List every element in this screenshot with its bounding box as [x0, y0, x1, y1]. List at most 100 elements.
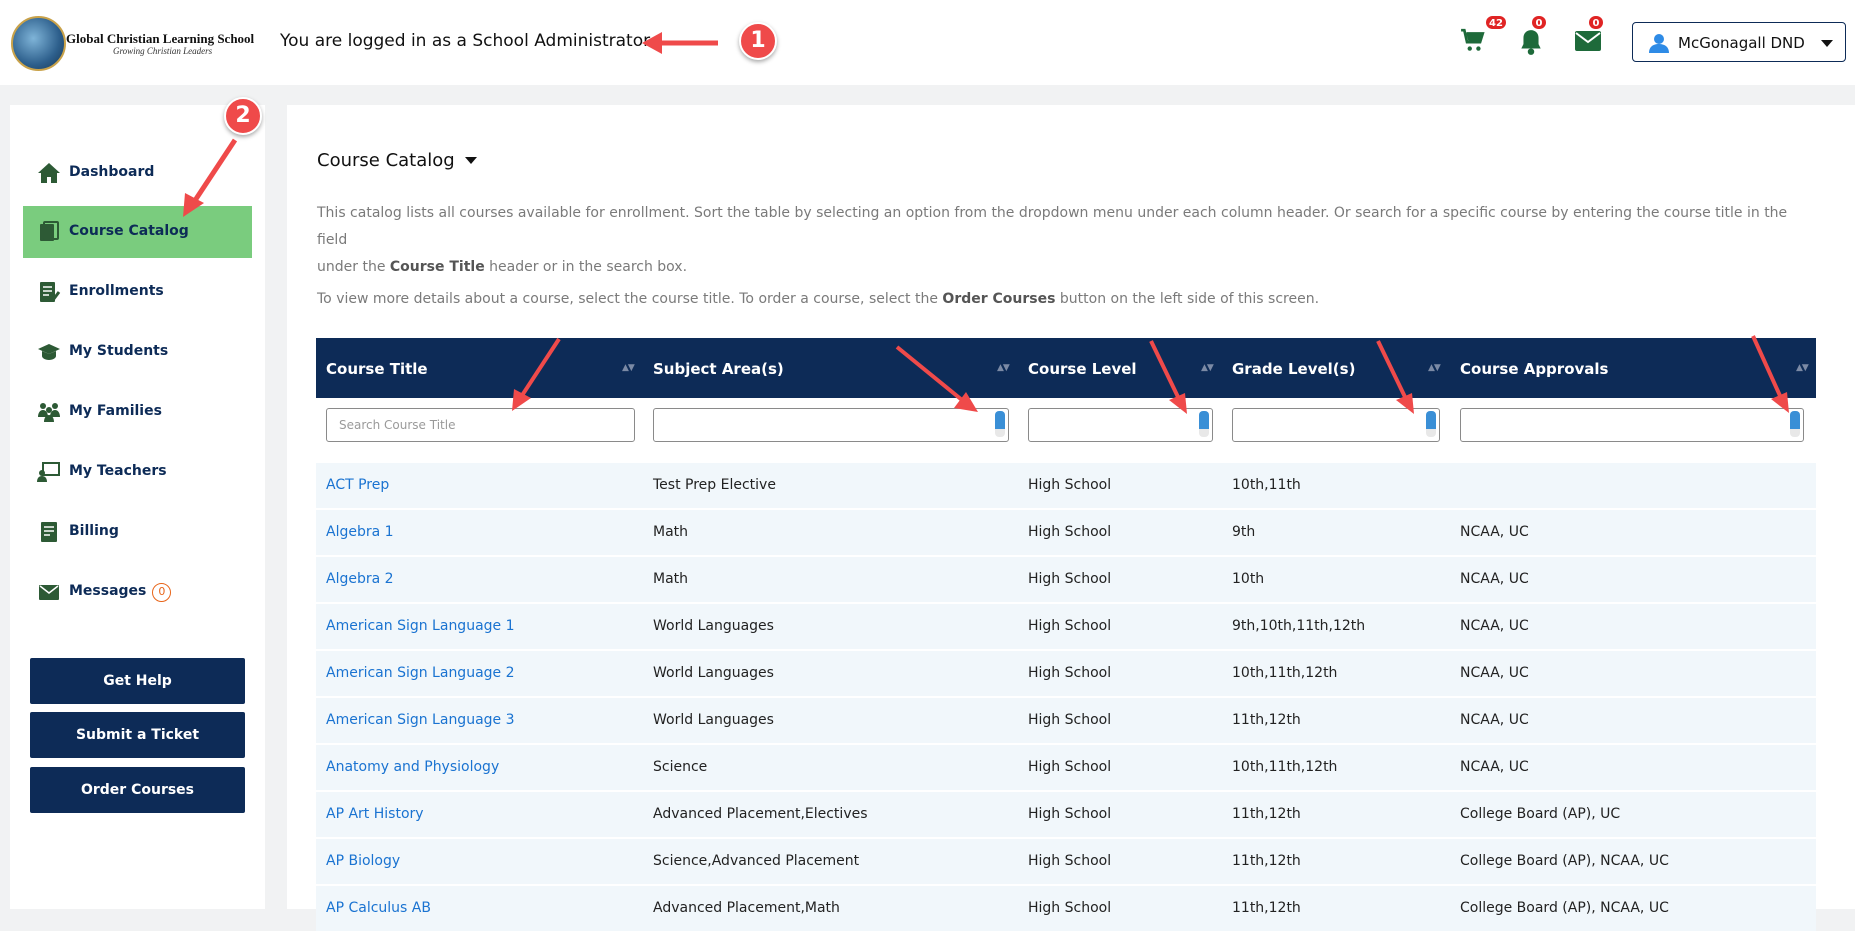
table-row: Algebra 2 Math High School 10th NCAA, UC [316, 557, 1816, 602]
messages-count: 0 [152, 583, 172, 602]
subject-cell: Math [653, 571, 689, 587]
approvals-cell: College Board (AP), NCAA, UC [1460, 853, 1669, 869]
table-row: ACT Prep Test Prep Elective High School … [316, 463, 1816, 508]
sidebar-item-messages[interactable]: Messages 0 [23, 566, 252, 618]
sort-icon[interactable]: ▲▼ [1428, 363, 1441, 373]
approvals-cell: NCAA, UC [1460, 618, 1529, 634]
subject-cell: Science [653, 759, 708, 775]
sort-icon[interactable]: ▲▼ [622, 363, 635, 373]
chevron-down-icon [1821, 40, 1833, 47]
page-title[interactable]: Course Catalog [317, 150, 455, 171]
search-course-title-input[interactable]: Search Course Title [326, 408, 635, 442]
course-title-link[interactable]: AP Calculus AB [326, 900, 431, 916]
grades-cell: 11th,12th [1232, 806, 1301, 822]
bell-icon[interactable] [1518, 28, 1544, 56]
level-cell: High School [1028, 853, 1112, 869]
order-courses-button[interactable]: Order Courses [30, 767, 245, 813]
course-title-link[interactable]: AP Biology [326, 853, 400, 869]
family-icon [38, 403, 60, 422]
column-header-course-title[interactable]: Course Title [326, 360, 428, 378]
user-name: McGonagall DND [1678, 34, 1805, 52]
envelope-icon[interactable] [1574, 30, 1602, 52]
graduation-cap-icon [38, 344, 60, 360]
cart-count-badge: 42 [1485, 15, 1507, 30]
level-cell: High School [1028, 571, 1112, 587]
annotation-arrow-2 [183, 138, 238, 217]
top-bar: Global Christian Learning School Growing… [0, 0, 1855, 85]
select-scrollbar[interactable] [995, 411, 1005, 437]
sort-icon[interactable]: ▲▼ [1201, 363, 1214, 373]
select-scrollbar[interactable] [1426, 411, 1436, 437]
sidebar-item-my-families[interactable]: My Families [23, 386, 252, 438]
column-header-course-level[interactable]: Course Level [1028, 360, 1137, 378]
subject-cell: Science,Advanced Placement [653, 853, 860, 869]
subject-cell: Advanced Placement,Math [653, 900, 840, 916]
column-header-grade-levels[interactable]: Grade Level(s) [1232, 360, 1355, 378]
grades-cell: 10th,11th [1232, 477, 1301, 493]
annotation-arrow-1 [642, 32, 718, 54]
cart-icon[interactable] [1460, 28, 1486, 54]
subject-cell: Test Prep Elective [653, 477, 776, 493]
annotation-arrow-subject-area [895, 345, 978, 412]
column-header-subject-area[interactable]: Subject Area(s) [653, 360, 784, 378]
course-title-link[interactable]: Anatomy and Physiology [326, 759, 499, 775]
grades-cell: 10th,11th,12th [1232, 665, 1338, 681]
catalog-description: This catalog lists all courses available… [317, 205, 1788, 275]
approvals-cell: College Board (AP), UC [1460, 806, 1621, 822]
document-edit-icon [40, 282, 61, 302]
sidebar-item-billing[interactable]: Billing [23, 506, 252, 558]
table-row: American Sign Language 2 World Languages… [316, 651, 1816, 696]
level-cell: High School [1028, 524, 1112, 540]
sidebar-item-my-students[interactable]: My Students [23, 326, 252, 378]
annotation-badge-1: 1 [739, 22, 777, 60]
level-cell: High School [1028, 665, 1112, 681]
user-icon [1649, 34, 1669, 53]
notifications-count-badge: 0 [1531, 15, 1547, 30]
sidebar-item-enrollments[interactable]: Enrollments [23, 266, 252, 318]
get-help-button[interactable]: Get Help [30, 658, 245, 704]
sort-icon[interactable]: ▲▼ [1796, 363, 1809, 373]
logo-title: Global Christian Learning School [66, 31, 255, 46]
subject-cell: Advanced Placement,Electives [653, 806, 868, 822]
table-row: American Sign Language 1 World Languages… [316, 604, 1816, 649]
approvals-cell: NCAA, UC [1460, 759, 1529, 775]
grades-cell: 10th [1232, 571, 1265, 587]
caret-down-icon[interactable] [465, 157, 477, 164]
book-icon [40, 221, 59, 241]
grades-cell: 9th,10th,11th,12th [1232, 618, 1366, 634]
subject-cell: World Languages [653, 618, 774, 634]
level-cell: High School [1028, 712, 1112, 728]
annotation-arrow-course-approvals [1751, 335, 1789, 413]
column-header-course-approvals[interactable]: Course Approvals [1460, 360, 1608, 378]
logo-subtitle: Growing Christian Leaders [113, 46, 213, 56]
course-title-link[interactable]: ACT Prep [326, 477, 389, 493]
order-instructions: To view more details about a course, sel… [317, 291, 1320, 307]
subject-cell: Math [653, 524, 689, 540]
table-row: Algebra 1 Math High School 9th NCAA, UC [316, 510, 1816, 555]
level-cell: High School [1028, 477, 1112, 493]
sidebar-item-my-teachers[interactable]: My Teachers [23, 446, 252, 498]
level-cell: High School [1028, 806, 1112, 822]
course-title-link[interactable]: Algebra 1 [326, 524, 394, 540]
sort-icon[interactable]: ▲▼ [997, 363, 1010, 373]
course-title-link[interactable]: American Sign Language 2 [326, 665, 515, 681]
course-title-link[interactable]: AP Art History [326, 806, 424, 822]
invoice-icon [41, 522, 57, 542]
envelope-icon [39, 585, 59, 600]
school-logo[interactable] [11, 16, 66, 71]
main-content: Course Catalog This catalog lists all co… [287, 105, 1855, 931]
course-title-link[interactable]: American Sign Language 3 [326, 712, 515, 728]
approvals-cell: NCAA, UC [1460, 524, 1529, 540]
table-row: AP Biology Science,Advanced Placement Hi… [316, 839, 1816, 884]
course-title-link[interactable]: Algebra 2 [326, 571, 394, 587]
annotation-badge-2: 2 [224, 97, 262, 135]
grades-cell: 11th,12th [1232, 853, 1301, 869]
submit-ticket-button[interactable]: Submit a Ticket [30, 712, 245, 758]
select-scrollbar[interactable] [1199, 411, 1209, 437]
table-row: Anatomy and Physiology Science High Scho… [316, 745, 1816, 790]
approvals-cell: NCAA, UC [1460, 571, 1529, 587]
logged-in-status: You are logged in as a School Administra… [280, 31, 651, 51]
subject-cell: World Languages [653, 712, 774, 728]
course-title-link[interactable]: American Sign Language 1 [326, 618, 515, 634]
user-menu-button[interactable]: McGonagall DND [1632, 22, 1846, 62]
